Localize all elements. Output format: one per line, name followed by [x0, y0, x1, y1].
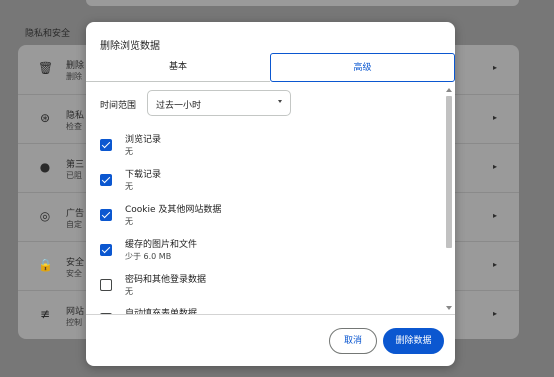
checkbox-browsing-history[interactable]	[100, 139, 112, 151]
dialog-scroll-area[interactable]: 时间范围 过去一小时 浏览记录 无 下载记录 无 Cookie 及其他网站数据 …	[86, 83, 455, 315]
option-browsing-history[interactable]: 浏览记录 无	[86, 130, 441, 164]
ads-icon: ◎	[39, 209, 51, 223]
row-title: 第三	[66, 160, 85, 170]
time-range-label: 时间范围	[100, 101, 137, 111]
time-range-select[interactable]: 过去一小时	[147, 90, 291, 116]
trash-icon: 🗑	[38, 61, 54, 75]
row-subtitle: 检查	[66, 122, 82, 131]
option-detail: 少于 6.0 MB	[125, 252, 172, 261]
tab-basic[interactable]: 基本	[86, 53, 270, 82]
scrollbar[interactable]	[444, 83, 454, 314]
background-card-top	[86, 0, 519, 6]
scroll-down-arrow-icon[interactable]	[446, 306, 452, 310]
scroll-up-arrow-icon[interactable]	[446, 88, 452, 92]
option-autofill[interactable]: 自动填充表单数据	[86, 304, 441, 315]
option-cached-files[interactable]: 缓存的图片和文件 少于 6.0 MB	[86, 235, 441, 269]
row-title: 网站	[66, 307, 85, 317]
option-detail: 无	[125, 217, 133, 226]
dialog-title: 删除浏览数据	[100, 41, 160, 52]
row-subtitle: 控制	[66, 318, 82, 327]
checkbox-autofill[interactable]	[100, 313, 112, 314]
tab-advanced[interactable]: 高级	[270, 53, 455, 82]
option-label: Cookie 及其他网站数据	[125, 205, 222, 215]
option-label: 自动填充表单数据	[125, 309, 198, 315]
privacy-section-title: 隐私和安全	[25, 29, 71, 39]
checkbox-cached-files[interactable]	[100, 244, 112, 256]
option-detail: 无	[125, 287, 133, 296]
row-title: 广告	[66, 209, 85, 219]
chevron-right-icon: ▸	[493, 162, 498, 171]
safety-check-icon: ⊛	[39, 111, 51, 125]
option-detail: 无	[125, 182, 133, 191]
scrollbar-thumb[interactable]	[446, 96, 452, 248]
row-title: 删除	[66, 61, 85, 71]
option-download-history[interactable]: 下载记录 无	[86, 165, 441, 199]
cancel-button[interactable]: 取消	[329, 328, 377, 354]
chevron-right-icon: ▸	[493, 260, 498, 269]
clear-browsing-data-dialog: 删除浏览数据 基本 高级 时间范围 过去一小时 浏览记录 无 下载记录 无 Co…	[86, 22, 455, 366]
option-label: 密码和其他登录数据	[125, 275, 207, 285]
dropdown-caret-icon	[278, 100, 282, 103]
lock-icon: 🔒	[38, 258, 53, 272]
option-label: 缓存的图片和文件	[125, 240, 198, 250]
chevron-right-icon: ▸	[493, 63, 498, 72]
chevron-right-icon: ▸	[493, 309, 498, 318]
tune-icon: ≢	[39, 307, 51, 321]
option-label: 浏览记录	[125, 135, 162, 145]
row-subtitle: 安全	[66, 269, 82, 278]
clear-data-button[interactable]: 删除数据	[383, 328, 444, 354]
row-subtitle: 删除	[66, 72, 82, 81]
row-subtitle: 已阻	[66, 171, 82, 180]
chevron-right-icon: ▸	[493, 211, 498, 220]
option-label: 下载记录	[125, 170, 162, 180]
option-cookies[interactable]: Cookie 及其他网站数据 无	[86, 200, 441, 234]
row-title: 安全	[66, 258, 85, 268]
row-title: 隐私	[66, 111, 85, 121]
checkbox-cookies[interactable]	[100, 209, 112, 221]
checkbox-passwords[interactable]	[100, 279, 112, 291]
checkbox-download-history[interactable]	[100, 174, 112, 186]
row-subtitle: 自定	[66, 220, 82, 229]
chevron-right-icon: ▸	[493, 113, 498, 122]
cookie-icon: ●	[39, 160, 51, 174]
option-passwords[interactable]: 密码和其他登录数据 无	[86, 270, 441, 304]
time-range-value: 过去一小时	[156, 101, 202, 111]
option-detail: 无	[125, 147, 133, 156]
